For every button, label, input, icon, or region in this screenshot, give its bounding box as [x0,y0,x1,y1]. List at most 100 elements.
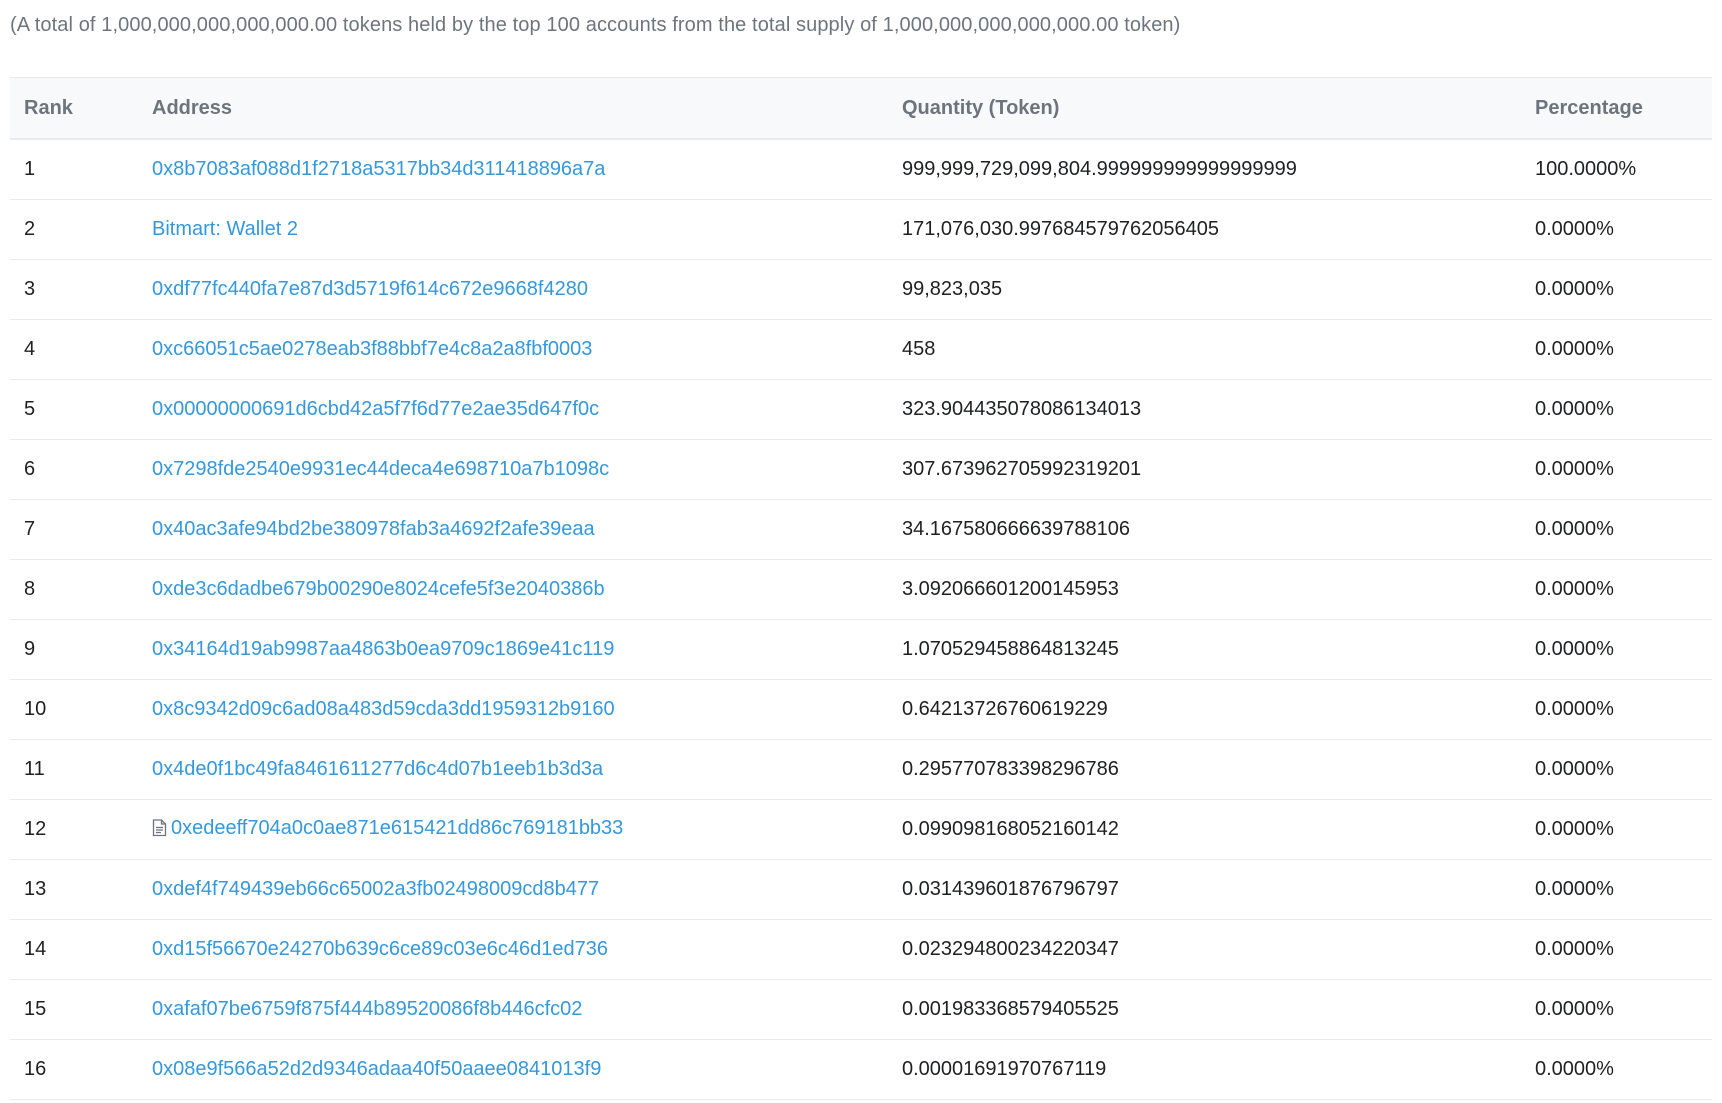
address-link[interactable]: 0xdef4f749439eb66c65002a3fb02498009cd8b4… [152,878,599,900]
table-row: 15 0xafaf07be6759f875f444b89520086f8b446c… [10,979,1712,1040]
quantity-cell: 0.001983368579405525 [902,979,1535,1040]
address-link[interactable]: Bitmart: Wallet 2 [152,218,298,240]
quantity-cell: 99,823,035 [902,259,1535,320]
percentage-cell: 0.0000% [1535,1039,1712,1100]
address-cell: 0xde3c6dadbe679b00290e8024cefe5f3e204038… [152,559,902,620]
table-row: 11 0x4de0f1bc49fa8461611277d6c4d07b1eeb1b… [10,739,1712,800]
quantity-cell: 307.673962705992319201 [902,439,1535,500]
address-cell: 0xedeeff704a0c0ae871e615421dd86c769181bb… [152,799,902,860]
quantity-cell: 999,999,729,099,804.999999999999999999 [902,139,1535,200]
address-cell: 0x40ac3afe94bd2be380978fab3a4692f2afe39e… [152,499,902,560]
address-cell: 0x7298fde2540e9931ec44deca4e698710a7b109… [152,439,902,500]
rank-cell: 9 [10,619,152,680]
rank-cell: 12 [10,799,152,860]
percentage-cell: 0.0000% [1535,619,1712,680]
percentage-cell: 0.0000% [1535,859,1712,920]
rank-cell: 15 [10,979,152,1040]
rank-cell: 16 [10,1039,152,1100]
percentage-cell: 0.0000% [1535,499,1712,560]
percentage-cell: 0.0000% [1535,679,1712,740]
rank-column-header: Rank [10,77,152,140]
address-link[interactable]: 0xdf77fc440fa7e87d3d5719f614c672e9668f42… [152,278,588,300]
rank-cell: 8 [10,559,152,620]
address-cell: 0x8b7083af088d1f2718a5317bb34d311418896a… [152,139,902,200]
quantity-column-header: Quantity (Token) [902,77,1535,140]
address-link[interactable]: 0x08e9f566a52d2d9346adaa40f50aaee0841013… [152,1058,601,1080]
quantity-cell: 1.070529458864813245 [902,619,1535,680]
rank-cell: 5 [10,379,152,440]
address-cell: 0xafaf07be6759f875f444b89520086f8b446cfc… [152,979,902,1040]
percentage-cell: 0.0000% [1535,799,1712,860]
address-link[interactable]: 0x7298fde2540e9931ec44deca4e698710a7b109… [152,458,609,480]
address-link[interactable]: 0xde3c6dadbe679b00290e8024cefe5f3e204038… [152,578,605,600]
table-row: 3 0xdf77fc440fa7e87d3d5719f614c672e9668f4… [10,259,1712,320]
address-column-header: Address [152,77,902,140]
address-link[interactable]: 0x00000000691d6cbd42a5f7f6d77e2ae35d647f… [152,398,599,420]
quantity-cell: 0.295770783398296786 [902,739,1535,800]
rank-cell: 14 [10,919,152,980]
table-row: 1 0x8b7083af088d1f2718a5317bb34d311418896… [10,139,1712,200]
quantity-cell: 0.031439601876796797 [902,859,1535,920]
address-cell: 0x08e9f566a52d2d9346adaa40f50aaee0841013… [152,1039,902,1100]
table-row: 14 0xd15f56670e24270b639c6ce89c03e6c46d1e… [10,919,1712,980]
address-cell: 0x00000000691d6cbd42a5f7f6d77e2ae35d647f… [152,379,902,440]
table-row: 8 0xde3c6dadbe679b00290e8024cefe5f3e20403… [10,559,1712,620]
address-link[interactable]: 0x8c9342d09c6ad08a483d59cda3dd1959312b91… [152,698,615,720]
address-cell: Bitmart: Wallet 2 [152,199,902,260]
quantity-cell: 0.64213726760619229 [902,679,1535,740]
rank-cell: 2 [10,199,152,260]
rank-cell: 3 [10,259,152,320]
address-cell: 0x8c9342d09c6ad08a483d59cda3dd1959312b91… [152,679,902,740]
address-cell: 0xdf77fc440fa7e87d3d5719f614c672e9668f42… [152,259,902,320]
quantity-cell: 0.099098168052160142 [902,799,1535,860]
quantity-cell: 0.023294800234220347 [902,919,1535,980]
rank-cell: 6 [10,439,152,500]
quantity-cell: 3.092066601200145953 [902,559,1535,620]
quantity-cell: 0.00001691970767119 [902,1039,1535,1100]
token-holders-table: Rank Address Quantity (Token) Percentage… [10,77,1712,1100]
address-cell: 0xdef4f749439eb66c65002a3fb02498009cd8b4… [152,859,902,920]
address-cell: 0xd15f56670e24270b639c6ce89c03e6c46d1ed7… [152,919,902,980]
table-row: 6 0x7298fde2540e9931ec44deca4e698710a7b10… [10,439,1712,500]
table-row: 10 0x8c9342d09c6ad08a483d59cda3dd1959312b… [10,679,1712,740]
percentage-cell: 0.0000% [1535,919,1712,980]
address-link[interactable]: 0xafaf07be6759f875f444b89520086f8b446cfc… [152,998,582,1020]
quantity-cell: 34.167580666639788106 [902,499,1535,560]
address-link[interactable]: 0x40ac3afe94bd2be380978fab3a4692f2afe39e… [152,518,595,540]
table-row: 5 0x00000000691d6cbd42a5f7f6d77e2ae35d647… [10,379,1712,440]
table-row: 7 0x40ac3afe94bd2be380978fab3a4692f2afe39… [10,499,1712,560]
quantity-cell: 171,076,030.997684579762056405 [902,199,1535,260]
table-row: 12 0xedeeff704a0c0ae871e615421dd86c769181… [10,799,1712,860]
table-body: 1 0x8b7083af088d1f2718a5317bb34d311418896… [10,139,1712,1100]
address-link[interactable]: 0xedeeff704a0c0ae871e615421dd86c769181bb… [171,817,623,839]
percentage-cell: 0.0000% [1535,439,1712,500]
rank-cell: 11 [10,739,152,800]
percentage-cell: 0.0000% [1535,199,1712,260]
address-link[interactable]: 0x34164d19ab9987aa4863b0ea9709c1869e41c1… [152,638,614,660]
quantity-cell: 458 [902,319,1535,380]
percentage-column-header: Percentage [1535,77,1712,140]
percentage-cell: 0.0000% [1535,559,1712,620]
percentage-cell: 0.0000% [1535,739,1712,800]
percentage-cell: 0.0000% [1535,379,1712,440]
address-link[interactable]: 0xd15f56670e24270b639c6ce89c03e6c46d1ed7… [152,938,608,960]
percentage-cell: 0.0000% [1535,319,1712,380]
address-cell: 0xc66051c5ae0278eab3f88bbf7e4c8a2a8fbf00… [152,319,902,380]
address-link[interactable]: 0x8b7083af088d1f2718a5317bb34d311418896a… [152,158,605,180]
quantity-cell: 323.904435078086134013 [902,379,1535,440]
address-link[interactable]: 0x4de0f1bc49fa8461611277d6c4d07b1eeb1b3d… [152,758,603,780]
file-document-icon [152,818,167,843]
address-cell: 0x4de0f1bc49fa8461611277d6c4d07b1eeb1b3d… [152,739,902,800]
rank-cell: 10 [10,679,152,740]
table-header-row: Rank Address Quantity (Token) Percentage [10,77,1712,140]
rank-cell: 1 [10,139,152,200]
percentage-cell: 0.0000% [1535,259,1712,320]
rank-cell: 13 [10,859,152,920]
percentage-cell: 100.0000% [1535,139,1712,200]
holders-summary: (A total of 1,000,000,000,000,000.00 tok… [10,14,1181,36]
rank-cell: 4 [10,319,152,380]
address-link[interactable]: 0xc66051c5ae0278eab3f88bbf7e4c8a2a8fbf00… [152,338,592,360]
table-header: Rank Address Quantity (Token) Percentage [10,77,1712,140]
table-row: 4 0xc66051c5ae0278eab3f88bbf7e4c8a2a8fbf0… [10,319,1712,380]
rank-cell: 7 [10,499,152,560]
